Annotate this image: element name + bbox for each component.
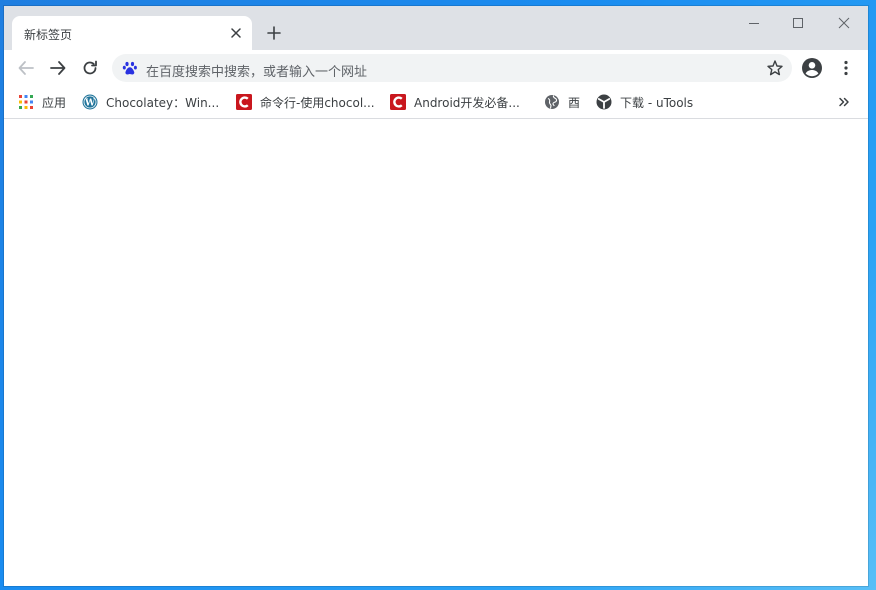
bookmark-label: 酉 — [568, 95, 581, 110]
svg-text:W: W — [84, 98, 96, 108]
wordpress-icon: W — [82, 94, 98, 110]
bookmarks-bar: 应用 W Chocolatey：Win... 命令行-使用chocol... A… — [4, 86, 868, 119]
back-arrow-icon[interactable] — [13, 55, 39, 81]
baidu-paw-icon — [122, 60, 138, 76]
reload-icon[interactable] — [77, 55, 103, 81]
page-content — [4, 119, 868, 586]
minimize-icon[interactable] — [732, 10, 776, 36]
bookmark-chocolatey[interactable]: W Chocolatey：Win... — [82, 91, 219, 113]
forward-arrow-icon[interactable] — [45, 55, 71, 81]
bookmark-csdn-choco[interactable]: 命令行-使用chocol... — [236, 91, 375, 113]
kebab-menu-icon[interactable] — [836, 58, 856, 78]
apps-grid-icon — [18, 94, 34, 110]
bookmark-csdn-android[interactable]: Android开发必备... — [390, 91, 520, 113]
tab-title: 新标签页 — [24, 28, 73, 42]
bookmark-label: 命令行-使用chocol... — [260, 95, 375, 110]
bookmark-label: 应用 — [42, 95, 67, 110]
toolbar: 在百度搜索中搜索，或者输入一个网址 — [4, 50, 868, 86]
utools-icon — [596, 94, 612, 110]
csdn-icon — [390, 94, 406, 110]
close-tab-icon[interactable] — [226, 23, 246, 43]
bookmark-label: Android开发必备... — [414, 95, 520, 110]
bookmark-apps[interactable]: 应用 — [18, 91, 66, 113]
browser-window: 新标签页 在百度搜索中搜索，或者输入一个网址 应用 W Chocolatey：W… — [4, 6, 868, 586]
bookmark-utools[interactable]: 下载 - uTools — [596, 91, 693, 113]
globe-icon — [544, 94, 560, 110]
new-tab-plus-icon[interactable] — [262, 21, 286, 45]
double-chevron-right-icon[interactable] — [834, 93, 854, 111]
profile-avatar-icon[interactable] — [801, 57, 823, 79]
address-bar[interactable]: 在百度搜索中搜索，或者输入一个网址 — [112, 54, 792, 82]
bookmark-label: Chocolatey：Win... — [106, 95, 220, 110]
window-close-icon[interactable] — [822, 10, 866, 36]
bookmark-label: 下载 - uTools — [620, 95, 694, 110]
tab-strip: 新标签页 — [4, 6, 868, 50]
bookmark-globe[interactable]: 酉 — [544, 91, 580, 113]
bookmark-star-icon[interactable] — [766, 59, 784, 77]
address-placeholder: 在百度搜索中搜索，或者输入一个网址 — [146, 65, 368, 80]
maximize-icon[interactable] — [776, 10, 820, 36]
tab-new-tab[interactable]: 新标签页 — [12, 16, 252, 50]
csdn-icon — [236, 94, 252, 110]
